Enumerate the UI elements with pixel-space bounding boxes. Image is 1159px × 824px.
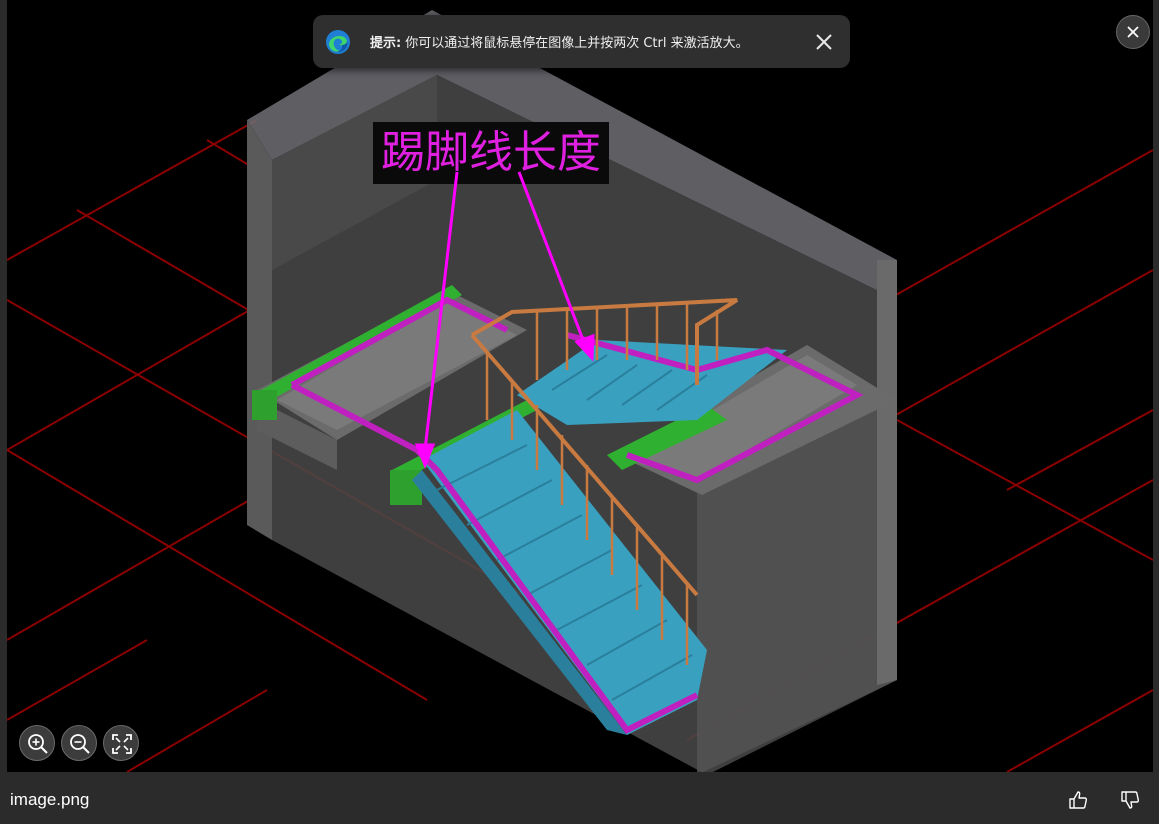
zoom-in-icon	[28, 734, 48, 754]
fit-screen-button[interactable]	[103, 725, 139, 761]
edge-logo-icon	[325, 29, 351, 55]
annotation-label: 踢脚线长度	[381, 127, 601, 178]
stair-drawing	[7, 10, 1153, 772]
thumbs-down-button[interactable]	[1118, 788, 1142, 812]
zoom-out-button[interactable]	[61, 725, 97, 761]
close-icon	[1127, 26, 1139, 38]
tip-message: 提示: 你可以通过将鼠标悬停在图像上并按两次 Ctrl 来激活放大。	[370, 32, 749, 51]
fit-screen-icon	[112, 734, 132, 754]
thumbs-down-icon	[1121, 791, 1140, 809]
tip-banner: 提示: 你可以通过将鼠标悬停在图像上并按两次 Ctrl 来激活放大。	[313, 15, 850, 68]
tip-body: 你可以通过将鼠标悬停在图像上并按两次 Ctrl 来激活放大。	[405, 36, 749, 51]
zoom-in-button[interactable]	[19, 725, 55, 761]
tip-close-button[interactable]	[812, 30, 836, 54]
image-canvas[interactable]: 踢脚线长度	[7, 0, 1153, 772]
viewer-footer: image.png	[0, 772, 1159, 824]
file-name: image.png	[10, 790, 90, 809]
image-viewer: 踢脚线长度 提示:你可以通过将鼠标悬停在图像上并按两次 Ctrl 来激活放大。	[0, 0, 1159, 824]
thumbs-up-button[interactable]	[1066, 788, 1090, 812]
zoom-out-icon	[70, 734, 90, 754]
viewer-close-button[interactable]	[1116, 15, 1150, 49]
thumbs-up-icon	[1069, 791, 1088, 809]
close-icon	[816, 34, 832, 50]
tip-prefix: 提示:	[370, 36, 402, 51]
